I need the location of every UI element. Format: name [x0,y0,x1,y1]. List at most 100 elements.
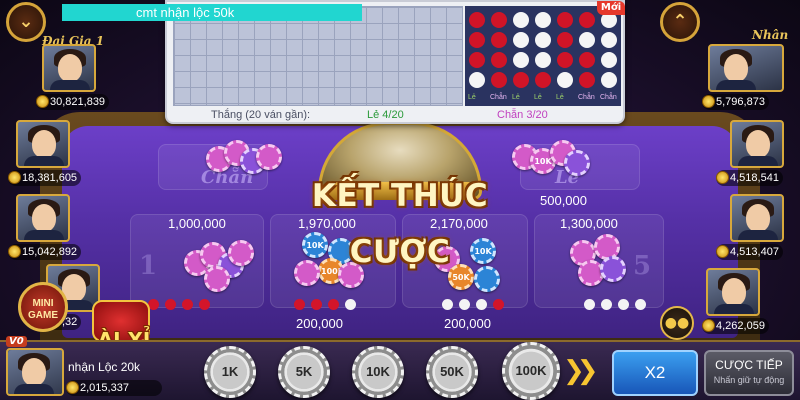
chan-stat: Chẵn 3/20 [497,109,548,121]
history-bead [535,52,551,68]
betting-closed-headline: KẾT THÚC CƯỢC [311,178,489,270]
history-bead [557,52,573,68]
history-bead-label: Lẻ [468,94,476,101]
result-dot [328,299,339,310]
history-bead [579,12,595,28]
history-bead [601,52,617,68]
chip-value: 50K [452,273,470,282]
history-bead [579,52,595,68]
history-bead [513,32,529,48]
chip-value: 10K [474,247,492,256]
player-balance: 18,381,605 [8,170,82,186]
avatar [708,44,784,92]
player-balance: 5,796,873 [702,94,769,110]
history-bead [491,72,507,88]
avatar [16,194,70,242]
player-balance: 4,518,541 [716,170,783,186]
chevron-up-icon[interactable]: ⌃ [660,2,700,42]
avatar [730,194,784,242]
history-stats: Thắng (20 ván gần): Lẻ 4/20 Chẵn 3/20 [167,108,623,124]
coin-icon [8,171,21,184]
bet-amount-4: 1,300,000 [560,216,618,231]
rebet-hint: Nhấn giữ tự động [713,375,785,385]
lower-amount-right: 200,000 [444,316,491,331]
history-bead [535,72,551,88]
top-right-title: Nhân [752,28,789,42]
bet-amount-1: 1,000,000 [168,216,226,231]
avatar [16,120,70,168]
chip-10k[interactable]: 10K [352,346,404,398]
rebet-button[interactable]: CƯỢC TIẾP Nhấn giữ tự động [704,350,794,396]
history-grid [173,6,463,106]
le-stat: Lẻ 4/20 [367,109,404,121]
history-bead [601,72,617,88]
history-bead [491,32,507,48]
result-dot [311,299,322,310]
chat-message: cmt nhận lộc 50k [136,5,235,20]
player-balance: 30,821,839 [36,94,110,110]
mini-game-line1: MINI [32,298,54,309]
result-dot [294,299,305,310]
coin-icon [702,319,715,332]
history-bead [469,52,485,68]
result-dot [493,299,504,310]
result-dot [459,299,470,310]
chip-100k[interactable]: 100K [502,342,560,400]
self-avatar[interactable] [6,348,64,396]
result-dot [476,299,487,310]
result-dot [165,299,176,310]
self-name: nhận Lộc 20k [68,360,141,374]
history-bead [469,72,485,88]
le-amount: 500,000 [540,193,587,208]
x2-button[interactable]: X2 [612,350,698,396]
rebet-label: CƯỢC TIẾP [715,358,783,372]
chip-value: 10K [534,157,552,166]
result-dot [199,299,210,310]
zone-pattern: 1 [139,251,158,281]
mini-game-line2: GAME [28,310,58,321]
history-bead-label: Lẻ [534,94,542,101]
double-arrow-icon: ❯❯ [563,356,598,386]
history-bead [469,32,485,48]
player-balance: 4,262,059 [702,318,769,334]
result-dot [618,299,629,310]
mini-game-button[interactable]: MINI GAME [18,282,68,332]
history-bead [535,12,551,28]
coin-icon [716,245,729,258]
history-bead [491,52,507,68]
bead-road: Lẻ Chẵn Lẻ Lẻ Lẻ Chẵn Chẵn [465,6,621,106]
chat-banner: cmt nhận lộc 50k [62,4,362,21]
coin-icon [66,381,79,394]
coin-icon [36,95,49,108]
history-bead-label: Lẻ [512,94,520,101]
avatar [706,268,760,316]
history-bead-label: Chẵn [600,94,617,101]
history-bead-label: Chẵn [490,94,507,101]
result-dot [442,299,453,310]
history-bead [557,72,573,88]
result-dot [635,299,646,310]
history-bead [557,12,573,28]
history-summary-label: Thắng (20 ván gần): [211,109,311,121]
lower-amount-left: 200,000 [296,316,343,331]
history-bead [513,72,529,88]
chip-50k[interactable]: 50K [426,346,478,398]
history-bead [535,32,551,48]
result-dot [182,299,193,310]
avatar [42,44,96,92]
history-bead [579,72,595,88]
zone-pattern: 5 [633,251,652,281]
self-balance: 2,015,337 [66,380,162,396]
chip-1k[interactable]: 1K [204,346,256,398]
chevron-down-icon[interactable]: ⌄ [6,2,46,42]
new-badge: Mới [597,1,625,15]
chip-value: 10K [306,241,324,250]
player-balance: 15,042,892 [8,244,82,260]
vip-badge: V0 [6,336,27,347]
coin-icon [716,171,729,184]
result-dot [601,299,612,310]
group-icon[interactable]: ●● [660,306,694,340]
chip-5k[interactable]: 5K [278,346,330,398]
history-bead [469,12,485,28]
game-screen: Chẵn Lẻ 500,000 1 5 1,000,000 1,970,000 … [0,0,800,400]
